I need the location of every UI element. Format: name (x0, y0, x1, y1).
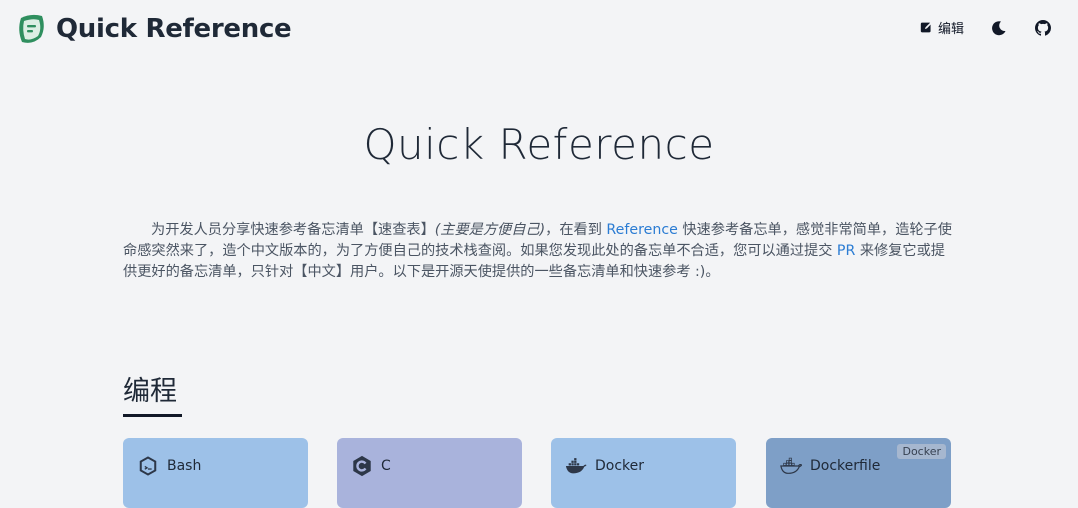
docker-icon (565, 458, 587, 474)
top-navigation: Quick Reference 编辑 (0, 0, 1078, 58)
c-icon (353, 455, 371, 477)
logo-icon (19, 14, 44, 43)
card-badge: Docker (897, 444, 946, 459)
intro-paragraph: 为开发人员分享快速参考备忘清单【速查表】(主要是方便自己)，在看到 Refere… (123, 220, 953, 283)
page-title: Quick Reference (363, 120, 715, 169)
intro-emphasis: (主要是方便自己) (434, 222, 546, 238)
card-bash[interactable]: Bash (123, 438, 308, 508)
card-label: Dockerfile (810, 458, 881, 474)
card-label: Bash (167, 458, 202, 474)
section-underline (123, 414, 182, 417)
github-link[interactable] (1034, 19, 1052, 37)
docker-icon (780, 457, 802, 474)
edit-label: 编辑 (937, 22, 964, 37)
intro-text-2: ，在看到 (545, 222, 607, 238)
brand-title: Quick Reference (56, 14, 292, 44)
reference-link[interactable]: Reference (606, 222, 677, 238)
card-label: C (381, 458, 391, 474)
card-label: Docker (595, 458, 645, 474)
moon-icon (992, 20, 1006, 35)
card-content: C (351, 455, 391, 477)
pr-link[interactable]: PR (837, 243, 855, 259)
card-content: Docker (565, 455, 644, 477)
edit-link[interactable]: 编辑 (920, 18, 964, 37)
github-icon (1035, 19, 1051, 36)
bash-icon (139, 456, 157, 476)
card-content: Dockerfile (780, 455, 880, 477)
card-c[interactable]: C (337, 438, 522, 508)
section-programming: 编程 (123, 374, 182, 417)
card-dockerfile[interactable]: Docker Dockerfile (766, 438, 951, 508)
section-title: 编程 (123, 376, 177, 407)
intro-text-1: 为开发人员分享快速参考备忘清单【速查表】 (151, 222, 435, 238)
edit-icon (920, 21, 933, 33)
card-content: Bash (137, 455, 201, 477)
header-actions: 编辑 (920, 18, 1052, 37)
card-docker[interactable]: Docker (551, 438, 736, 508)
brand-link[interactable]: Quick Reference (15, 13, 292, 45)
theme-toggle-button[interactable] (990, 19, 1008, 37)
